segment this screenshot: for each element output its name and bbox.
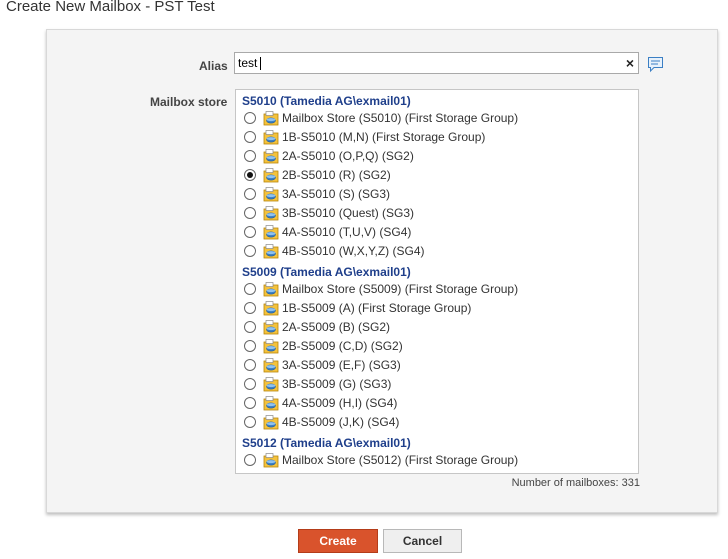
mailbox-database-icon: [263, 319, 279, 335]
store-option-label: 3A-S5010 (S) (SG3): [282, 187, 391, 201]
store-option-label: 2B-S5010 (R) (SG2): [282, 168, 391, 182]
mailbox-database-icon: [263, 376, 279, 392]
radio-button[interactable]: [244, 340, 256, 352]
mailbox-database-icon: [263, 357, 279, 373]
store-option[interactable]: 1B-S5009 (A) (First Storage Group): [243, 299, 633, 317]
radio-button[interactable]: [244, 245, 256, 257]
radio-button[interactable]: [244, 359, 256, 371]
alias-label: Alias: [199, 59, 228, 73]
store-option[interactable]: 3B-S5009 (G) (SG3): [243, 375, 633, 393]
mailbox-database-icon: [263, 110, 279, 126]
text-cursor: [260, 57, 261, 70]
radio-button[interactable]: [244, 397, 256, 409]
store-option-label: 3A-S5009 (E,F) (SG3): [282, 358, 401, 372]
mailbox-database-icon: [263, 338, 279, 354]
store-option[interactable]: Mailbox Store (S5009) (First Storage Gro…: [243, 280, 633, 298]
store-option-label: 4B-S5009 (J,K) (SG4): [282, 415, 400, 429]
store-option-label: 1B-S5010 (M,N) (First Storage Group): [282, 130, 486, 144]
radio-button[interactable]: [244, 302, 256, 314]
radio-button[interactable]: [244, 207, 256, 219]
store-option[interactable]: 2A-S5009 (B) (SG2): [243, 318, 633, 336]
store-option[interactable]: 3A-S5009 (E,F) (SG3): [243, 356, 633, 374]
store-option[interactable]: 2B-S5009 (C,D) (SG2): [243, 337, 633, 355]
mailbox-count: Number of mailboxes: 331: [511, 477, 640, 489]
store-option[interactable]: 4A-S5010 (T,U,V) (SG4): [243, 223, 633, 241]
store-option-label: Mailbox Store (S5010) (First Storage Gro…: [282, 111, 519, 125]
store-option[interactable]: 2B-S5010 (R) (SG2): [243, 166, 633, 184]
radio-button[interactable]: [244, 188, 256, 200]
store-option-label: Mailbox Store (S5012) (First Storage Gro…: [282, 453, 519, 467]
store-option[interactable]: 2A-S5010 (O,P,Q) (SG2): [243, 147, 633, 165]
store-option-label: 1B-S5009 (A) (First Storage Group): [282, 301, 472, 315]
alias-field[interactable]: ×: [234, 52, 639, 74]
radio-button[interactable]: [244, 378, 256, 390]
radio-button[interactable]: [244, 416, 256, 428]
store-option-label: 2A-S5010 (O,P,Q) (SG2): [282, 149, 414, 163]
radio-button[interactable]: [244, 226, 256, 238]
mailbox-database-icon: [263, 395, 279, 411]
store-option[interactable]: 4B-S5009 (J,K) (SG4): [243, 413, 633, 431]
store-option[interactable]: Mailbox Store (S5010) (First Storage Gro…: [243, 109, 633, 127]
radio-button[interactable]: [244, 321, 256, 333]
mailbox-database-icon: [263, 148, 279, 164]
mailbox-database-icon: [263, 205, 279, 221]
radio-button[interactable]: [244, 112, 256, 124]
store-option[interactable]: 3A-S5010 (S) (SG3): [243, 185, 633, 203]
comment-icon[interactable]: [647, 56, 664, 73]
mailbox-database-icon: [263, 167, 279, 183]
store-option[interactable]: 4B-S5010 (W,X,Y,Z) (SG4): [243, 242, 633, 260]
cancel-button[interactable]: Cancel: [383, 529, 462, 553]
clear-icon[interactable]: ×: [626, 54, 634, 72]
group-header: S5009 (Tamedia AG\exmail01): [242, 265, 411, 279]
store-option-label: 2B-S5009 (C,D) (SG2): [282, 339, 403, 353]
store-option[interactable]: Mailbox Store (S5012) (First Storage Gro…: [243, 451, 633, 469]
page-title: Create New Mailbox - PST Test: [6, 0, 215, 15]
store-option-label: 4A-S5010 (T,U,V) (SG4): [282, 225, 412, 239]
alias-input[interactable]: [238, 56, 608, 70]
mailbox-database-icon: [263, 414, 279, 430]
store-option-label: 3B-S5009 (G) (SG3): [282, 377, 392, 391]
mailbox-database-icon: [263, 186, 279, 202]
create-button[interactable]: Create: [298, 529, 378, 553]
store-option[interactable]: 4A-S5009 (H,I) (SG4): [243, 394, 633, 412]
radio-button[interactable]: [244, 454, 256, 466]
group-header: S5010 (Tamedia AG\exmail01): [242, 94, 411, 108]
mailbox-store-list[interactable]: S5010 (Tamedia AG\exmail01) Mailbox Store…: [235, 89, 639, 474]
store-option[interactable]: 3B-S5010 (Quest) (SG3): [243, 204, 633, 222]
group-header: S5012 (Tamedia AG\exmail01): [242, 436, 411, 450]
store-option[interactable]: 1B-S5010 (M,N) (First Storage Group): [243, 128, 633, 146]
store-option-label: Mailbox Store (S5009) (First Storage Gro…: [282, 282, 519, 296]
mailbox-database-icon: [263, 129, 279, 145]
radio-button[interactable]: [244, 131, 256, 143]
mailbox-store-label: Mailbox store: [150, 95, 228, 109]
store-option-label: 4B-S5010 (W,X,Y,Z) (SG4): [282, 244, 425, 258]
store-option-label: 2A-S5009 (B) (SG2): [282, 320, 391, 334]
mailbox-database-icon: [263, 281, 279, 297]
mailbox-database-icon: [263, 243, 279, 259]
mailbox-database-icon: [263, 224, 279, 240]
radio-button[interactable]: [244, 283, 256, 295]
mailbox-database-icon: [263, 452, 279, 468]
radio-button[interactable]: [244, 150, 256, 162]
mailbox-database-icon: [263, 300, 279, 316]
store-option-label: 4A-S5009 (H,I) (SG4): [282, 396, 398, 410]
radio-button[interactable]: [244, 169, 256, 181]
store-option-label: 3B-S5010 (Quest) (SG3): [282, 206, 415, 220]
